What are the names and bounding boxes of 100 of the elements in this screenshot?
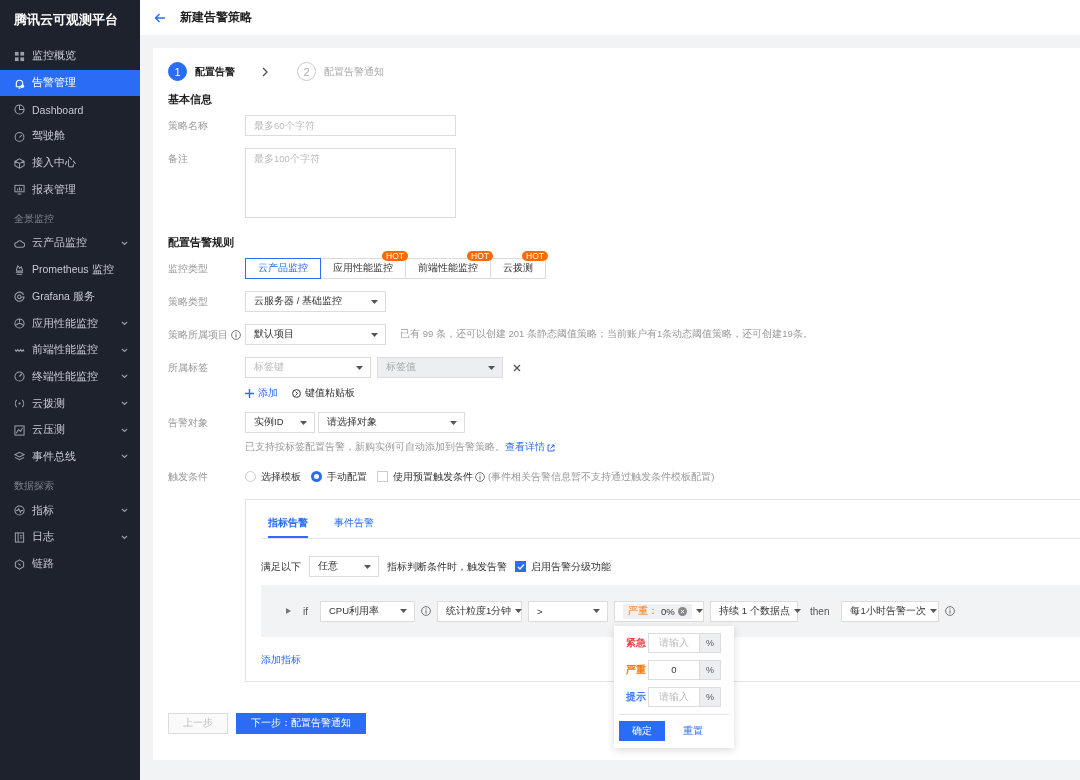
info-icon[interactable] bbox=[475, 471, 485, 482]
radio-button[interactable] bbox=[311, 471, 322, 482]
nav-item[interactable]: 告警管理 bbox=[0, 69, 140, 97]
target-select[interactable]: 请选择对象 bbox=[318, 412, 465, 433]
chevron-down-icon[interactable] bbox=[121, 401, 128, 407]
period-select[interactable]: 统计粒度1分钟 bbox=[437, 600, 522, 622]
close-icon[interactable] bbox=[513, 363, 521, 372]
chevron-down-icon[interactable] bbox=[121, 374, 128, 380]
chevron-down-icon[interactable] bbox=[121, 321, 128, 327]
type-tab[interactable]: 前端性能监控 bbox=[405, 258, 491, 279]
metric-select[interactable]: CPU利用率 bbox=[320, 600, 415, 622]
nav-label: 应用性能监控 bbox=[32, 316, 99, 331]
reset-button[interactable]: 重置 bbox=[683, 723, 703, 738]
target-hint: 已支持按标签配置告警，新购实例可自动添加到告警策略。查看详情 bbox=[245, 441, 1080, 454]
field-label: 告警对象 bbox=[168, 416, 208, 430]
chevron-down-icon[interactable] bbox=[121, 508, 128, 514]
nav-item[interactable]: 终端性能监控 bbox=[0, 363, 140, 391]
nav-label: 云产品监控 bbox=[32, 236, 88, 251]
caret-icon bbox=[364, 564, 371, 569]
condition-text: 指标判断条件时，触发告警 bbox=[387, 559, 507, 574]
nav-item[interactable]: 前端性能监控 bbox=[0, 336, 140, 364]
nav-label: 事件总线 bbox=[32, 449, 77, 464]
caret-icon bbox=[515, 609, 523, 613]
panel-tab[interactable]: 事件告警 bbox=[334, 516, 374, 538]
nav-item[interactable]: 应用性能监控 bbox=[0, 310, 140, 337]
chevron-down-icon[interactable] bbox=[121, 534, 128, 540]
clear-icon[interactable] bbox=[677, 606, 687, 616]
pie-chart-icon bbox=[14, 104, 25, 116]
radio-button[interactable] bbox=[245, 471, 256, 482]
caret-icon bbox=[400, 609, 407, 613]
hot-badge: HOT bbox=[467, 251, 493, 261]
chevron-down-icon[interactable] bbox=[121, 347, 128, 353]
then-keyword: then bbox=[810, 605, 830, 617]
trigger-note: (事件相关告警信息暂不支持通过触发条件模板配置) bbox=[488, 470, 715, 484]
threshold-input[interactable]: 0 bbox=[648, 659, 700, 680]
confirm-button[interactable]: 确定 bbox=[619, 720, 665, 741]
field-label: 备注 bbox=[168, 152, 188, 166]
level-label: 紧急 bbox=[626, 635, 647, 650]
nav-label: 终端性能监控 bbox=[32, 369, 99, 384]
caret-icon bbox=[371, 332, 378, 337]
threshold-tag: 严重： 0% bbox=[623, 603, 692, 619]
frequency-select[interactable]: 每1小时告警一次 bbox=[841, 600, 940, 622]
operator-select[interactable]: > bbox=[528, 600, 608, 622]
target-type-select[interactable]: 实例ID bbox=[245, 412, 315, 433]
type-tab[interactable]: 云拨测 bbox=[490, 258, 546, 279]
nav-item[interactable]: 云产品监控 bbox=[0, 230, 140, 257]
nav-item[interactable]: 驾驶舱 bbox=[0, 123, 140, 150]
nav-label: Grafana 服务 bbox=[32, 289, 96, 304]
speedometer-icon bbox=[14, 371, 25, 383]
nav-item[interactable]: Grafana 服务 bbox=[0, 283, 140, 311]
chevron-down-icon[interactable] bbox=[121, 454, 128, 460]
match-select[interactable]: 任意 bbox=[309, 556, 379, 577]
next-button[interactable]: 下一步：配置告警通知 bbox=[236, 713, 366, 734]
nav-item[interactable]: 报表管理 bbox=[0, 176, 140, 204]
paste-board-link[interactable]: 键值粘贴板 bbox=[292, 386, 355, 400]
hot-badge: HOT bbox=[522, 251, 548, 261]
nav-item[interactable]: Dashboard bbox=[0, 96, 140, 124]
type-tab[interactable]: 应用性能监控 bbox=[320, 258, 406, 279]
nav-item[interactable]: 接入中心 bbox=[0, 149, 140, 177]
nav-item[interactable]: 云拨测 bbox=[0, 390, 140, 417]
checkbox[interactable] bbox=[377, 471, 388, 482]
detail-link[interactable]: 查看详情 bbox=[505, 441, 555, 454]
unit-label: % bbox=[700, 686, 721, 707]
ring-icon bbox=[14, 291, 25, 303]
caret-icon bbox=[488, 365, 495, 370]
back-arrow-icon[interactable] bbox=[154, 11, 166, 24]
caret-icon bbox=[371, 299, 378, 304]
type-tab[interactable]: 云产品监控 bbox=[245, 258, 321, 279]
chevron-down-icon[interactable] bbox=[121, 427, 128, 433]
threshold-input[interactable]: 请输入 bbox=[648, 686, 700, 707]
add-link[interactable]: 添加 bbox=[245, 386, 278, 400]
chevron-down-icon[interactable] bbox=[121, 240, 128, 246]
nav-item[interactable]: 云压测 bbox=[0, 416, 140, 444]
section-heading: 数据探索 bbox=[13, 479, 55, 494]
unit-label: % bbox=[700, 659, 721, 680]
threshold-input[interactable]: 请输入 bbox=[648, 632, 700, 653]
nav-item[interactable]: 日志 bbox=[0, 524, 140, 551]
level-label: 严重 bbox=[626, 662, 647, 677]
plus-icon bbox=[245, 388, 254, 398]
duration-select[interactable]: 持续 1 个数据点 bbox=[710, 600, 798, 622]
threshold-select[interactable]: 严重： 0% bbox=[614, 600, 704, 622]
nav-item[interactable]: 监控概览 bbox=[0, 43, 140, 70]
monitor-icon bbox=[14, 184, 25, 196]
nav-item[interactable]: Prometheus 监控 bbox=[0, 256, 140, 284]
circle-arrow-icon bbox=[292, 388, 301, 398]
info-icon[interactable] bbox=[421, 606, 431, 616]
project-select[interactable]: 默认项目 bbox=[245, 324, 386, 345]
expand-icon[interactable] bbox=[286, 608, 291, 614]
condition-label: 满足以下 bbox=[261, 559, 301, 574]
info-icon[interactable] bbox=[945, 606, 956, 616]
nav-item[interactable]: 指标 bbox=[0, 497, 140, 524]
add-metric-link[interactable]: 添加指标 bbox=[261, 653, 301, 667]
nav-item[interactable]: 链路 bbox=[0, 550, 140, 578]
policy-type-select[interactable]: 云服务器 / 基础监控 bbox=[245, 291, 386, 312]
checkbox[interactable] bbox=[515, 561, 526, 572]
panel-tab[interactable]: 指标告警 bbox=[268, 516, 308, 538]
info-icon[interactable] bbox=[231, 329, 241, 340]
nav-item[interactable]: 事件总线 bbox=[0, 443, 140, 471]
field-label: 所属标签 bbox=[168, 361, 208, 375]
nav-label: 指标 bbox=[32, 503, 55, 518]
